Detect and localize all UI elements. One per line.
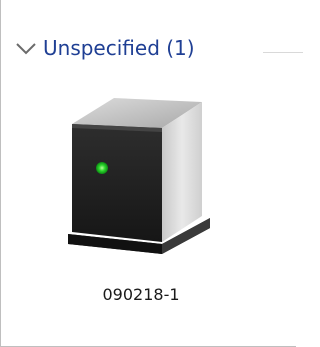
chevron-down-icon[interactable]: [16, 43, 36, 55]
device-tile[interactable]: 090218-1: [56, 86, 226, 326]
group-header[interactable]: Unspecified (1): [1, 0, 303, 100]
status-light: [96, 162, 108, 174]
group-divider: [263, 52, 303, 53]
device-panel: Unspecified (1) 090218-1: [0, 0, 303, 347]
device-name: 090218-1: [102, 285, 180, 304]
group-title: Unspecified (1): [43, 36, 195, 60]
computer-tower-icon: [68, 98, 210, 254]
